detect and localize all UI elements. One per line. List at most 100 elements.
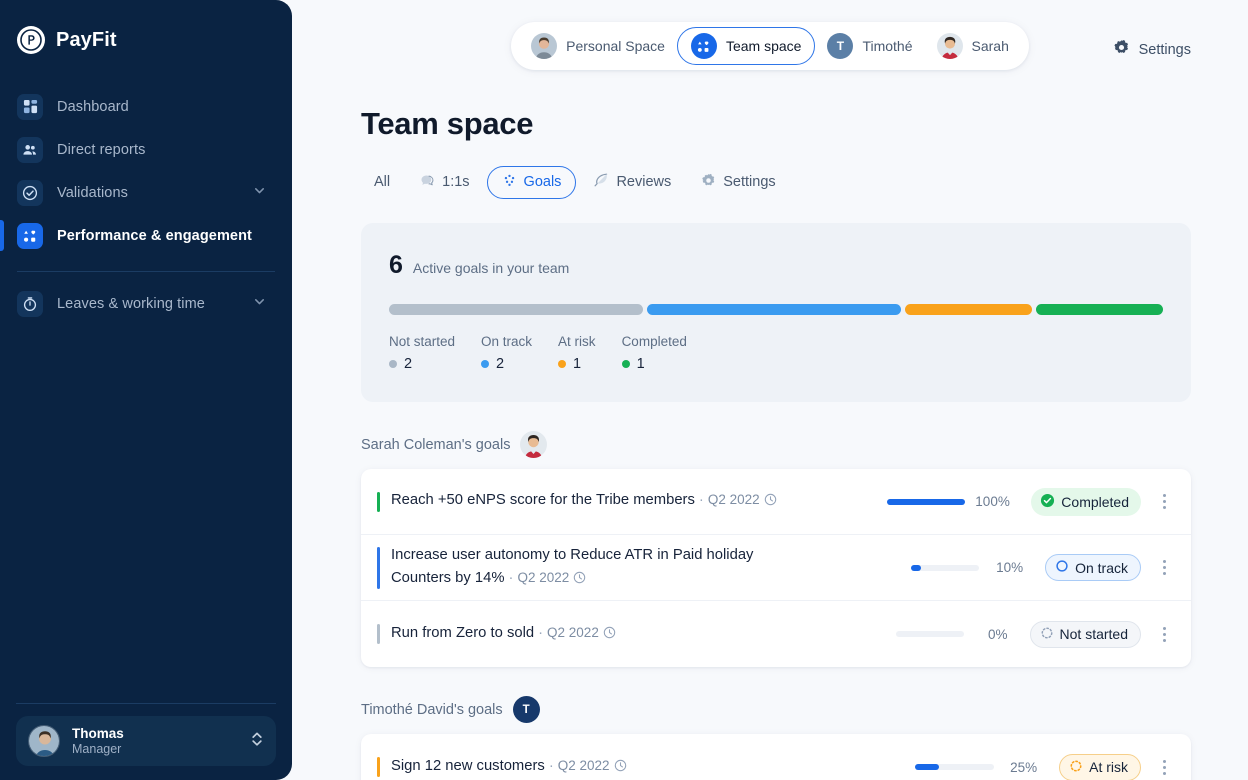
tab-label: Settings (723, 174, 776, 190)
progress-bar (887, 498, 966, 505)
main-area: Personal Space Team space T Timothé Sara… (292, 0, 1248, 780)
status-dot-icon (621, 360, 630, 368)
legend-label: At risk (558, 334, 596, 349)
goal-quarter: Q2 2022 (707, 492, 760, 508)
brand[interactable]: PayFit (0, 0, 292, 60)
user-profile-switcher[interactable]: Thomas Manager (16, 716, 276, 766)
sidebar-item-direct-reports[interactable]: Direct reports (0, 128, 292, 171)
tab-goals[interactable]: Goals (486, 165, 577, 199)
sidebar-item-performance-engagement[interactable]: Performance & engagement (0, 214, 292, 257)
goal-options-button[interactable] (1153, 491, 1175, 513)
goal-quarter: Q2 2022 (557, 757, 610, 773)
goal-main: Increase user autonomy to Reduce ATR in … (391, 544, 901, 590)
summary-header: 6 Active goals in your team (389, 251, 1163, 280)
status-badge[interactable]: On track (1045, 554, 1141, 581)
space-tab-personal-space[interactable]: Personal Space (519, 27, 677, 65)
sidebar-divider (17, 271, 275, 272)
tab-all[interactable]: All (361, 167, 403, 197)
sidebar-item-leaves-working-time[interactable]: Leaves & working time (0, 282, 292, 325)
space-tab-label: Personal Space (566, 38, 665, 54)
space-tab-timothe[interactable]: T Timothé (815, 27, 924, 65)
status-segment-not-started (389, 304, 643, 315)
status-dot-icon (558, 360, 567, 368)
status-segment-at-risk (905, 304, 1032, 315)
stopwatch-icon (17, 290, 43, 317)
goal-progress: 0% (886, 627, 1008, 642)
goal-quarter: Q2 2022 (547, 624, 599, 640)
legend-label: Completed (621, 334, 687, 349)
profile-divider (16, 703, 276, 704)
chevron-up-down-icon[interactable] (250, 729, 264, 754)
status-badge-label: Completed (1061, 493, 1129, 510)
tab-label: Goals (523, 174, 562, 190)
shapes-grid-icon (690, 33, 717, 59)
settings-button[interactable]: Settings (1113, 39, 1191, 61)
goals-dots-icon (502, 173, 517, 192)
avatar-initial: T (827, 33, 854, 59)
sidebar-item-validations[interactable]: Validations (0, 171, 292, 214)
tab-settings[interactable]: Settings (688, 166, 788, 199)
sidebar-item-label: Dashboard (57, 98, 129, 115)
goal-status-accent (377, 624, 380, 644)
goal-quarter: Q2 2022 (517, 569, 570, 585)
legend-count: 2 (404, 356, 413, 372)
topbar: Personal Space Team space T Timothé Sara… (292, 0, 1248, 92)
goal-row[interactable]: Increase user autonomy to Reduce ATR in … (361, 535, 1191, 601)
status-segment-on-track (647, 304, 901, 315)
legend-count: 1 (636, 356, 645, 372)
goal-title-line: Sign 12 new customers · Q2 2022 (391, 755, 915, 779)
goal-list-sarah: Reach +50 eNPS score for the Tribe membe… (361, 469, 1191, 667)
tab-1-1s[interactable]: 1:1s (407, 166, 482, 199)
goal-title: Reach +50 eNPS score for the Tribe membe… (391, 492, 695, 509)
status-badge[interactable]: Completed (1031, 487, 1141, 516)
active-goals-count: 6 (389, 251, 403, 279)
goals-status-bar (389, 304, 1163, 315)
space-tab-team-space[interactable]: Team space (676, 27, 816, 65)
space-tab-sarah[interactable]: Sarah (925, 27, 1021, 65)
sidebar-item-label: Validations (57, 184, 128, 201)
status-badge[interactable]: Not started (1029, 620, 1141, 648)
goal-title-line: Increase user autonomy to Reduce ATR in … (391, 544, 771, 590)
sidebar-profile-section: Thomas Manager (0, 703, 292, 766)
goals-summary-card: 6 Active goals in your team Not started … (361, 223, 1191, 402)
progress-bar (895, 631, 964, 637)
clock-icon (573, 571, 586, 588)
circle-outline-icon (1055, 559, 1069, 576)
goal-row[interactable]: Sign 12 new customers · Q2 2022 25% At r… (361, 734, 1191, 780)
goal-separator: · (538, 624, 544, 641)
goal-options-button[interactable] (1153, 623, 1175, 645)
chat-bubble-icon (420, 173, 435, 192)
progress-fill (915, 764, 939, 770)
goal-options-button[interactable] (1153, 557, 1175, 579)
progress-bar (915, 764, 994, 770)
progress-fill (887, 498, 966, 505)
dotted-circle-icon (1069, 759, 1083, 776)
gear-icon (1113, 39, 1130, 61)
goal-list-timothe: Sign 12 new customers · Q2 2022 25% At r… (361, 734, 1191, 780)
settings-label: Settings (1138, 42, 1191, 58)
chevron-down-icon[interactable] (253, 184, 266, 202)
goal-main: Run from Zero to sold · Q2 2022 (391, 622, 886, 646)
page-tabs: All 1:1s Goals Reviews Settings (361, 165, 1191, 199)
chevron-down-icon[interactable] (253, 295, 266, 313)
goal-group-title: Timothé David's goals (361, 701, 503, 718)
profile-role: Manager (72, 741, 122, 756)
tab-reviews[interactable]: Reviews (580, 165, 684, 199)
check-circle-icon (17, 179, 43, 206)
goal-separator: · (508, 569, 514, 586)
goal-title: Run from Zero to sold (391, 624, 535, 641)
legend-item-at-risk: At risk 1 (558, 334, 596, 372)
brand-name: PayFit (56, 28, 117, 51)
goal-row[interactable]: Reach +50 eNPS score for the Tribe membe… (361, 469, 1191, 535)
goal-row[interactable]: Run from Zero to sold · Q2 2022 0% Not s… (361, 601, 1191, 667)
status-badge[interactable]: At risk (1059, 753, 1141, 780)
sidebar-item-dashboard[interactable]: Dashboard (0, 85, 292, 128)
goal-main: Sign 12 new customers · Q2 2022 (391, 755, 915, 779)
goal-progress: 25% (915, 760, 1037, 775)
goal-options-button[interactable] (1153, 756, 1175, 778)
sidebar: PayFit Dashboard Direct reports Validati… (0, 0, 292, 780)
status-dot-icon (481, 360, 490, 368)
goal-main: Reach +50 eNPS score for the Tribe membe… (391, 489, 887, 513)
sidebar-item-label: Performance & engagement (57, 227, 252, 244)
goals-status-legend: Not started 2 On track 2 At risk 1 Compl… (389, 334, 1163, 372)
